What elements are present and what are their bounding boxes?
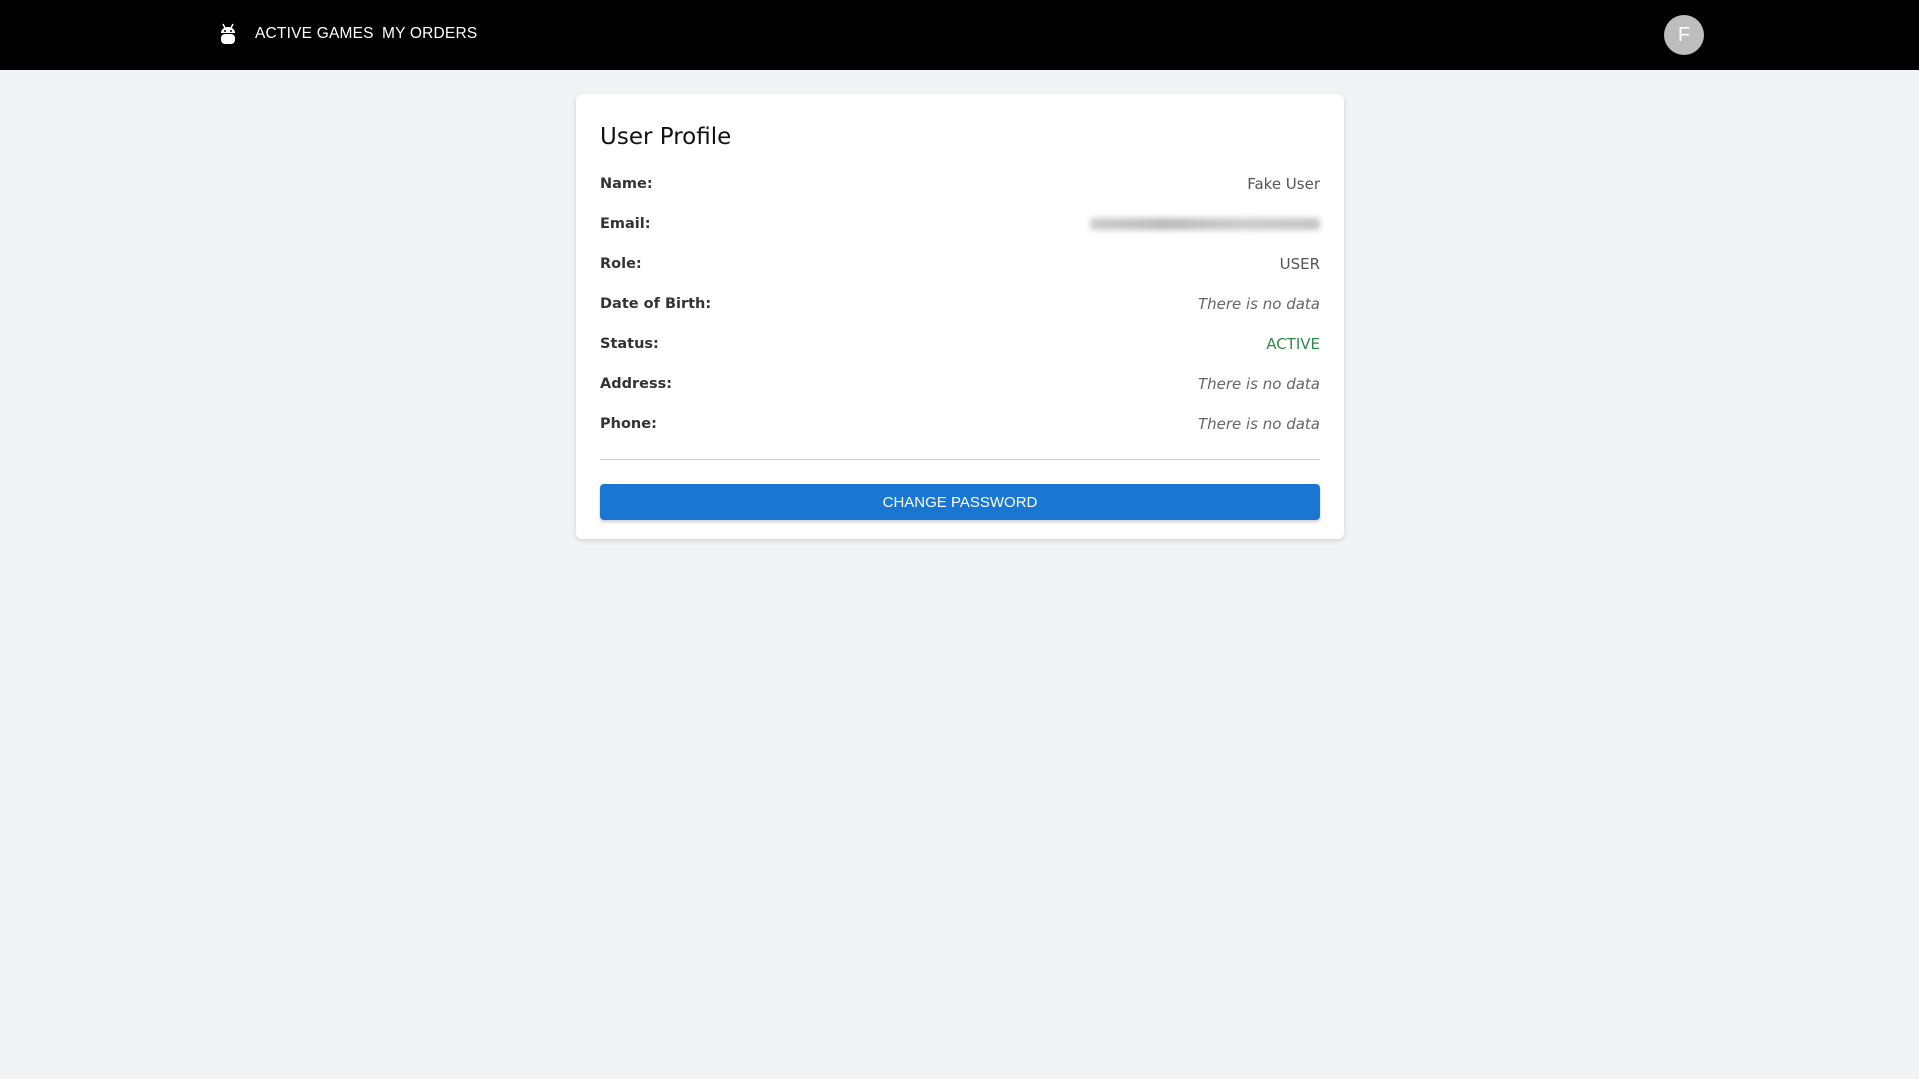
status-value: ACTIVE [1266,335,1320,353]
dob-row: Date of Birth: There is no data [600,284,1320,324]
role-label: Role: [600,256,642,272]
page-title: User Profile [600,124,732,150]
top-navbar: ACTIVE GAMES MY ORDERS F [0,0,1919,70]
phone-label: Phone: [600,416,657,432]
name-row: Name: Fake User [600,164,1320,204]
email-row: Email: [600,204,1320,244]
email-value-redacted [1090,218,1320,230]
name-value: Fake User [1247,175,1320,193]
change-password-button[interactable]: CHANGE PASSWORD [600,484,1320,520]
nav-my-orders[interactable]: MY ORDERS [382,25,477,43]
divider [600,459,1320,460]
phone-row: Phone: There is no data [600,404,1320,444]
phone-value: There is no data [1197,415,1320,433]
status-label: Status: [600,336,659,352]
status-row: Status: ACTIVE [600,324,1320,364]
nav-active-games[interactable]: ACTIVE GAMES [255,25,374,43]
dob-label: Date of Birth: [600,296,712,312]
role-row: Role: USER [600,244,1320,284]
user-avatar[interactable]: F [1664,15,1704,55]
android-logo-icon[interactable] [218,23,238,47]
user-profile-card: User Profile Name: Fake User Email: Role… [576,94,1344,539]
role-value: USER [1279,255,1320,273]
name-label: Name: [600,176,653,192]
address-label: Address: [600,376,673,392]
address-value: There is no data [1197,375,1320,393]
dob-value: There is no data [1197,295,1320,313]
address-row: Address: There is no data [600,364,1320,404]
email-label: Email: [600,216,651,232]
